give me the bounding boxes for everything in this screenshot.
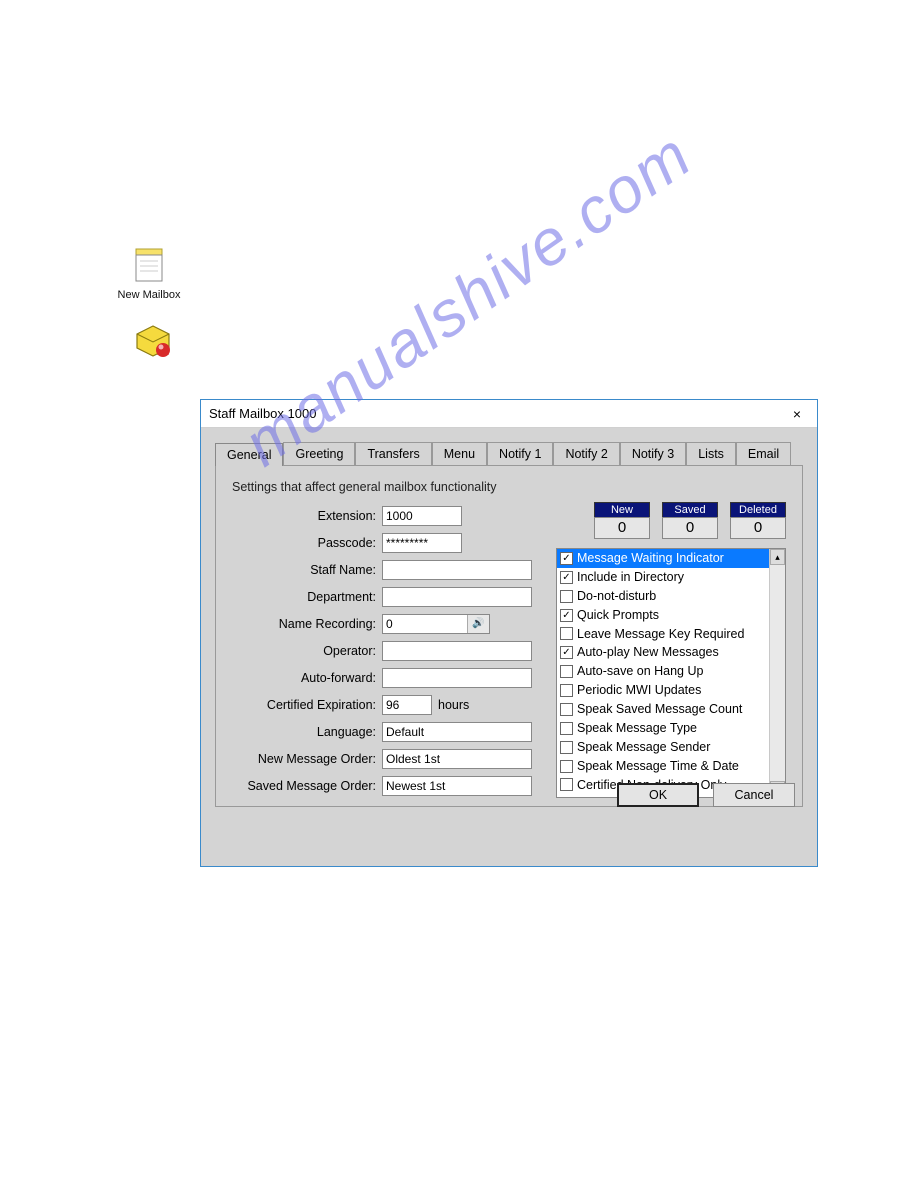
cert-expiration-input[interactable]	[382, 695, 432, 715]
option-row[interactable]: Leave Message Key Required	[557, 625, 769, 644]
label-operator: Operator:	[232, 644, 382, 658]
speaker-icon[interactable]: 🔊	[467, 615, 489, 633]
checkbox-icon[interactable]	[560, 627, 573, 640]
tab-notify-1[interactable]: Notify 1	[487, 442, 553, 465]
operator-input[interactable]	[382, 641, 532, 661]
option-label: Leave Message Key Required	[577, 626, 744, 643]
tab-email[interactable]: Email	[736, 442, 791, 465]
name-recording-value: 0	[383, 615, 467, 633]
label-staff-name: Staff Name:	[232, 563, 382, 577]
checkbox-icon[interactable]: ✓	[560, 552, 573, 565]
label-passcode: Passcode:	[232, 536, 382, 550]
tab-menu[interactable]: Menu	[432, 442, 487, 465]
tab-notify-2[interactable]: Notify 2	[553, 442, 619, 465]
tab-general[interactable]: General	[215, 443, 283, 466]
option-row[interactable]: ✓ Quick Prompts	[557, 606, 769, 625]
label-department: Department:	[232, 590, 382, 604]
counter-saved-label: Saved	[662, 502, 718, 517]
tab-lists[interactable]: Lists	[686, 442, 736, 465]
scrollbar[interactable]: ▴ ▾	[769, 549, 785, 797]
checkbox-icon[interactable]	[560, 722, 573, 735]
checkbox-icon[interactable]: ✓	[560, 646, 573, 659]
option-row[interactable]: Speak Message Type	[557, 719, 769, 738]
options-listbox[interactable]: ✓ Message Waiting Indicator ✓ Include in Di…	[556, 548, 786, 798]
option-row[interactable]: Speak Message Sender	[557, 738, 769, 757]
option-label: Do-not-disturb	[577, 588, 656, 605]
tab-transfers[interactable]: Transfers	[355, 442, 431, 465]
checkbox-icon[interactable]	[560, 684, 573, 697]
option-row[interactable]: Auto-save on Hang Up	[557, 662, 769, 681]
option-label: Quick Prompts	[577, 607, 659, 624]
name-recording-control[interactable]: 0 🔊	[382, 614, 490, 634]
counter-deleted-label: Deleted	[730, 502, 786, 517]
option-row[interactable]: Do-not-disturb	[557, 587, 769, 606]
auto-forward-input[interactable]	[382, 668, 532, 688]
option-label: Speak Saved Message Count	[577, 701, 742, 718]
staff-name-input[interactable]	[382, 560, 532, 580]
label-saved-msg-order: Saved Message Order:	[232, 779, 382, 793]
checkbox-icon[interactable]	[560, 703, 573, 716]
tab-greeting[interactable]: Greeting	[283, 442, 355, 465]
cert-expiration-units: hours	[438, 698, 469, 712]
passcode-input[interactable]	[382, 533, 462, 553]
scroll-up-icon[interactable]: ▴	[770, 549, 785, 565]
counter-new-value: 0	[594, 517, 650, 539]
option-row[interactable]: Speak Saved Message Count	[557, 700, 769, 719]
checkbox-icon[interactable]	[560, 778, 573, 791]
label-new-msg-order: New Message Order:	[232, 752, 382, 766]
option-label: Speak Message Time & Date	[577, 758, 739, 775]
message-counters: New 0 Saved 0 Deleted 0	[594, 502, 786, 539]
tab-notify-3[interactable]: Notify 3	[620, 442, 686, 465]
label-name-recording: Name Recording:	[232, 617, 382, 631]
checkbox-icon[interactable]	[560, 741, 573, 754]
extension-input[interactable]	[382, 506, 462, 526]
option-label: Include in Directory	[577, 569, 684, 586]
counter-new: New 0	[594, 502, 650, 539]
option-label: Speak Message Type	[577, 720, 697, 737]
option-label: Auto-play New Messages	[577, 644, 719, 661]
checkbox-icon[interactable]	[560, 760, 573, 773]
mailbox-icon	[133, 320, 173, 360]
panel-description: Settings that affect general mailbox fun…	[232, 480, 786, 494]
label-language: Language:	[232, 725, 382, 739]
checkbox-icon[interactable]	[560, 590, 573, 603]
desktop-icon-new-mailbox[interactable]: New Mailbox	[109, 245, 189, 301]
new-msg-order-select[interactable]: Oldest 1st	[382, 749, 532, 769]
tab-panel-general: Settings that affect general mailbox fun…	[215, 465, 803, 807]
option-label: Auto-save on Hang Up	[577, 663, 703, 680]
option-label: Periodic MWI Updates	[577, 682, 701, 699]
checkbox-icon[interactable]	[560, 665, 573, 678]
option-row[interactable]: ✓ Auto-play New Messages	[557, 643, 769, 662]
counter-saved: Saved 0	[662, 502, 718, 539]
counter-deleted: Deleted 0	[730, 502, 786, 539]
option-row[interactable]: Periodic MWI Updates	[557, 681, 769, 700]
staff-mailbox-dialog: Staff Mailbox 1000 × General Greeting Tr…	[200, 399, 818, 867]
desktop-icon-label: New Mailbox	[118, 289, 181, 301]
counter-saved-value: 0	[662, 517, 718, 539]
label-auto-forward: Auto-forward:	[232, 671, 382, 685]
tab-bar: General Greeting Transfers Menu Notify 1…	[215, 442, 803, 465]
cancel-button[interactable]: Cancel	[713, 783, 795, 807]
option-label: Message Waiting Indicator	[577, 550, 724, 567]
option-row[interactable]: ✓ Message Waiting Indicator	[557, 549, 769, 568]
desktop-icon-mailbox[interactable]	[113, 320, 193, 364]
saved-msg-order-select[interactable]: Newest 1st	[382, 776, 532, 796]
dialog-title: Staff Mailbox 1000	[209, 406, 781, 421]
department-input[interactable]	[382, 587, 532, 607]
language-select[interactable]: Default	[382, 722, 532, 742]
ok-button[interactable]: OK	[617, 783, 699, 807]
counter-new-label: New	[594, 502, 650, 517]
counter-deleted-value: 0	[730, 517, 786, 539]
option-row[interactable]: Speak Message Time & Date	[557, 757, 769, 776]
label-cert-expiration: Certified Expiration:	[232, 698, 382, 712]
titlebar: Staff Mailbox 1000 ×	[201, 400, 817, 428]
checkbox-icon[interactable]: ✓	[560, 571, 573, 584]
option-row[interactable]: ✓ Include in Directory	[557, 568, 769, 587]
notepad-icon	[129, 245, 169, 285]
close-icon[interactable]: ×	[781, 406, 813, 422]
option-label: Speak Message Sender	[577, 739, 710, 756]
checkbox-icon[interactable]: ✓	[560, 609, 573, 622]
label-extension: Extension:	[232, 509, 382, 523]
